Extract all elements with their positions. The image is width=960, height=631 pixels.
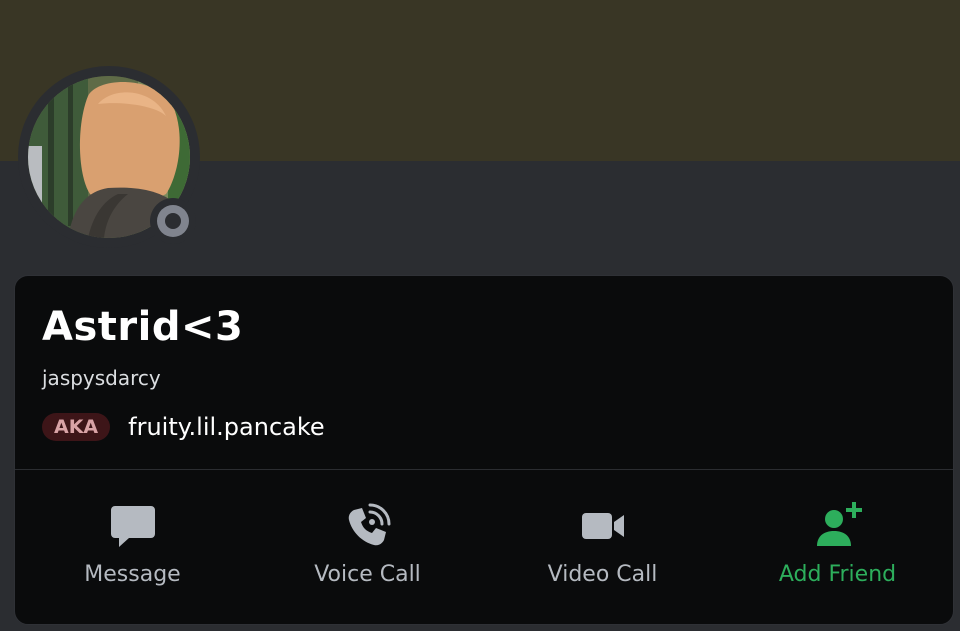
voice-call-button[interactable]: Voice Call (250, 470, 485, 624)
message-label: Message (84, 562, 181, 587)
profile-card: Astrid<3 jaspysdarcy AKA fruity.lil.panc… (14, 275, 954, 625)
video-camera-icon (579, 502, 627, 550)
action-bar: Message Voice Call Video Call Add Friend (15, 470, 953, 624)
message-button[interactable]: Message (15, 470, 250, 624)
phone-icon (344, 502, 392, 550)
display-name: Astrid<3 (42, 304, 244, 350)
video-call-button[interactable]: Video Call (485, 470, 720, 624)
message-icon (109, 502, 157, 550)
add-friend-button[interactable]: Add Friend (720, 470, 953, 624)
voice-call-label: Voice Call (314, 562, 421, 587)
add-friend-label: Add Friend (778, 562, 897, 587)
aka-row: AKA fruity.lil.pancake (42, 411, 325, 443)
profile-screen: Astrid<3 jaspysdarcy AKA fruity.lil.panc… (0, 0, 960, 631)
video-call-label: Video Call (547, 562, 658, 587)
aka-badge: AKA (42, 413, 111, 441)
offline-status-icon (157, 205, 189, 237)
username[interactable]: jaspysdarcy (42, 366, 161, 390)
aka-name: fruity.lil.pancake (128, 413, 325, 441)
status-indicator (150, 198, 196, 244)
avatar-container[interactable] (18, 66, 200, 248)
add-friend-icon (814, 502, 862, 550)
